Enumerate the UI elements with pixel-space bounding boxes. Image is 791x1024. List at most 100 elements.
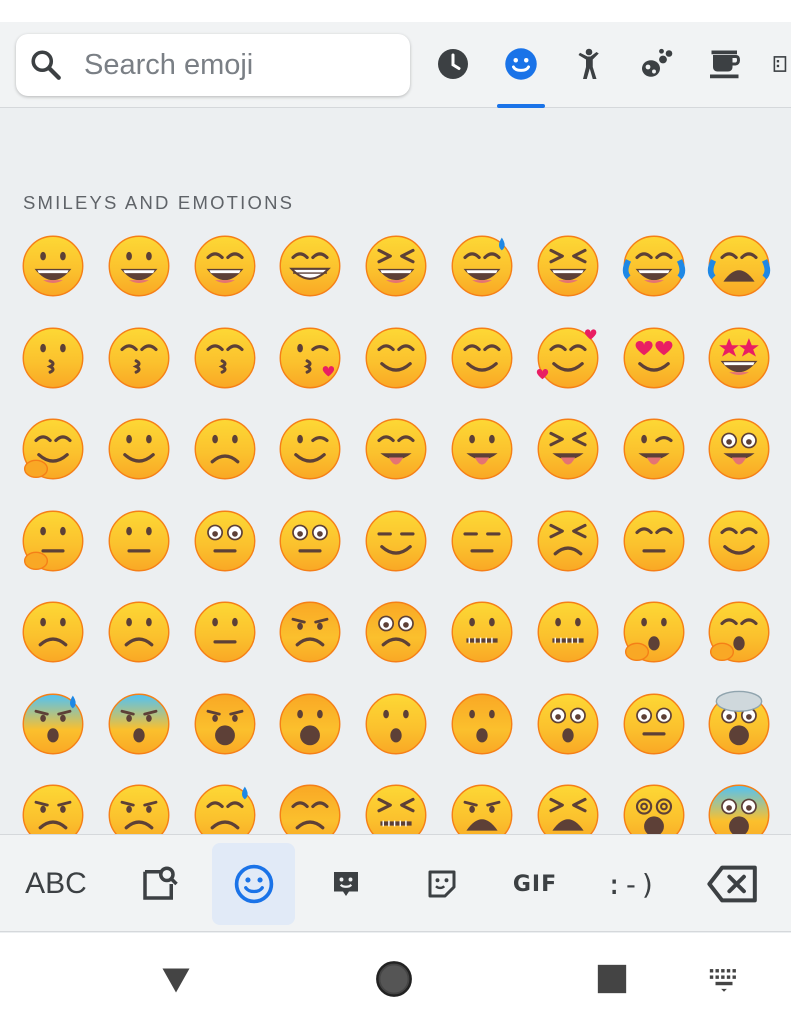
relieved-face-emoji[interactable]: relieved-face bbox=[705, 507, 773, 575]
weary-face-emoji[interactable]: weary-face bbox=[448, 781, 516, 834]
smiling-face-with-hearts-emoji[interactable]: smiling-face-with-hearts bbox=[534, 324, 602, 392]
confused-face-emoji[interactable]: confused-face bbox=[191, 598, 259, 666]
abc-button[interactable]: ABC bbox=[10, 843, 102, 925]
category-animals-tab[interactable] bbox=[635, 42, 679, 86]
smiley-outline-icon bbox=[234, 864, 273, 904]
frowning-face-emoji[interactable]: frowning-face bbox=[19, 598, 87, 666]
sad-relieved-face-emoji[interactable]: sad-relieved-face bbox=[105, 781, 173, 834]
face-with-tears-of-joy-emoji[interactable]: face-with-tears-of-joy bbox=[620, 232, 688, 300]
face-rolling-eyes-emoji[interactable]: face-rolling-eyes bbox=[276, 507, 344, 575]
coffee-icon bbox=[710, 50, 741, 79]
upside-down-face-emoji[interactable]: upside-down-face bbox=[191, 415, 259, 483]
smiley-icon bbox=[505, 48, 537, 80]
kissing-face-smiling-eyes-emoji[interactable]: kissing-face-smiling-eyes bbox=[105, 324, 173, 392]
hushed-face-emoji[interactable]: hushed-face bbox=[362, 690, 430, 758]
status-strip bbox=[0, 0, 791, 22]
category-food-tab[interactable] bbox=[703, 42, 747, 86]
tired-face-emoji[interactable]: tired-face bbox=[534, 781, 602, 834]
unamused-face-emoji[interactable]: unamused-face bbox=[448, 507, 516, 575]
slightly-smiling-face-emoji[interactable]: slightly-smiling-face bbox=[105, 415, 173, 483]
face-with-monocle-emoji[interactable]: face-with-monocle bbox=[191, 507, 259, 575]
star-struck-emoji[interactable]: star-struck bbox=[705, 324, 773, 392]
rolling-on-floor-laughing-emoji[interactable]: rolling-on-floor-laughing bbox=[534, 232, 602, 300]
nav-home-button[interactable] bbox=[372, 957, 416, 1001]
grinning-face-smiling-eyes-emoji[interactable]: grinning-face-smiling-eyes bbox=[191, 232, 259, 300]
search-placeholder: Search emoji bbox=[84, 48, 254, 81]
grinning-face-emoji[interactable]: grinning-face bbox=[19, 232, 87, 300]
backspace-button[interactable] bbox=[700, 843, 766, 925]
nav-recents-button[interactable] bbox=[590, 957, 634, 1001]
abc-label: ABC bbox=[25, 867, 87, 900]
smirking-face-emoji[interactable]: smirking-face bbox=[362, 507, 430, 575]
face-raised-eyebrow-emoji[interactable]: face-raised-eyebrow bbox=[105, 507, 173, 575]
persevering-face-emoji[interactable]: persevering-face bbox=[534, 507, 602, 575]
hugging-face-emoji[interactable]: hugging-face bbox=[19, 415, 87, 483]
fearful-face-emoji[interactable]: fearful-face bbox=[105, 690, 173, 758]
grinning-face-sweat-emoji[interactable]: grinning-face-sweat bbox=[448, 232, 516, 300]
disappointed-face-emoji[interactable]: disappointed-face bbox=[276, 781, 344, 834]
zipper-mouth-face-emoji[interactable]: zipper-mouth-face bbox=[534, 598, 602, 666]
beaming-face-emoji[interactable]: beaming-face bbox=[276, 232, 344, 300]
smiling-face-emoji[interactable]: smiling-face bbox=[362, 324, 430, 392]
dizzy-face-emoji[interactable]: dizzy-face bbox=[620, 781, 688, 834]
building-icon bbox=[773, 56, 787, 72]
sticker-search-button[interactable] bbox=[128, 843, 190, 925]
screaming-in-fear-emoji[interactable]: screaming-in-fear bbox=[705, 781, 773, 834]
sticker-button[interactable] bbox=[414, 843, 470, 925]
person-icon bbox=[578, 48, 599, 79]
kissing-face-emoji[interactable]: kissing-face bbox=[19, 324, 87, 392]
clock-icon bbox=[438, 49, 468, 79]
section-title: SMILEYS AND EMOTIONS bbox=[23, 192, 295, 213]
winking-face-emoji[interactable]: winking-face bbox=[276, 415, 344, 483]
face-blowing-kiss-emoji[interactable]: face-blowing-kiss bbox=[276, 324, 344, 392]
category-people-tab[interactable] bbox=[567, 42, 611, 86]
flushed-face-emoji[interactable]: flushed-face bbox=[620, 690, 688, 758]
grinning-face-big-eyes-emoji[interactable]: grinning-face-big-eyes bbox=[105, 232, 173, 300]
face-open-mouth-emoji[interactable]: face-open-mouth bbox=[448, 690, 516, 758]
gif-label: GIF bbox=[512, 871, 558, 897]
smiling-face-smiling-eyes-emoji[interactable]: smiling-face-smiling-eyes bbox=[448, 324, 516, 392]
grinning-squinting-face-emoji[interactable]: grinning-squinting-face bbox=[362, 232, 430, 300]
search-icon bbox=[31, 50, 61, 80]
active-category-indicator bbox=[497, 104, 545, 108]
sticker-icon bbox=[428, 870, 456, 898]
winking-face-tongue-emoji[interactable]: winking-face-tongue bbox=[620, 415, 688, 483]
face-hand-over-mouth-emoji[interactable]: face-hand-over-mouth bbox=[705, 598, 773, 666]
gif-button[interactable]: GIF bbox=[502, 843, 568, 925]
confounded-face-emoji[interactable]: confounded-face bbox=[362, 781, 430, 834]
frowning-open-mouth-emoji[interactable]: frowning-open-mouth bbox=[276, 690, 344, 758]
category-travel-tab[interactable] bbox=[762, 42, 791, 86]
search-emoji-field[interactable]: Search emoji bbox=[16, 34, 410, 96]
bitmoji-button[interactable] bbox=[318, 843, 374, 925]
worried-face-emoji[interactable]: worried-face bbox=[276, 598, 344, 666]
anxious-face-sweat-emoji[interactable]: anxious-face-sweat bbox=[19, 690, 87, 758]
slightly-frowning-face-emoji[interactable]: slightly-frowning-face bbox=[105, 598, 173, 666]
nav-back-button[interactable] bbox=[154, 957, 198, 1001]
kissing-face-closed-eyes-emoji[interactable]: kissing-face-closed-eyes bbox=[191, 324, 259, 392]
backspace-icon bbox=[707, 865, 757, 903]
face-with-tongue-emoji[interactable]: face-with-tongue bbox=[448, 415, 516, 483]
exploding-head-emoji[interactable]: exploding-head bbox=[705, 690, 773, 758]
zany-face-emoji[interactable]: zany-face bbox=[705, 415, 773, 483]
anguished-face-emoji[interactable]: anguished-face bbox=[191, 690, 259, 758]
thinking-face-emoji[interactable]: thinking-face bbox=[19, 507, 87, 575]
category-smileys-tab[interactable] bbox=[499, 42, 543, 86]
face-savoring-food-emoji[interactable]: face-savoring-food bbox=[362, 415, 430, 483]
grimacing-face-emoji[interactable]: grimacing-face bbox=[448, 598, 516, 666]
heart-eyes-emoji[interactable]: heart-eyes bbox=[620, 324, 688, 392]
downcast-sweat-emoji[interactable]: downcast-sweat bbox=[191, 781, 259, 834]
shushing-face-emoji[interactable]: shushing-face bbox=[620, 598, 688, 666]
loudly-crying-face-emoji[interactable]: loudly-crying-face bbox=[705, 232, 773, 300]
category-recent-tab[interactable] bbox=[431, 42, 475, 86]
emoji-header: Search emoji bbox=[0, 22, 791, 108]
emoji-tab-button[interactable] bbox=[212, 843, 295, 925]
emoji-grid: grinning-face grinning-face-big-eyes grinn… bbox=[0, 220, 791, 834]
emoticon-button[interactable]: :-) bbox=[598, 843, 664, 925]
nav-keyboard-button[interactable] bbox=[702, 957, 746, 1001]
pleading-face-emoji[interactable]: pleading-face bbox=[362, 598, 430, 666]
astonished-face-emoji[interactable]: astonished-face bbox=[534, 690, 602, 758]
system-nav-bar bbox=[0, 933, 791, 1024]
crying-face-emoji[interactable]: crying-face bbox=[19, 781, 87, 834]
squinting-face-tongue-emoji[interactable]: squinting-face-tongue bbox=[534, 415, 602, 483]
pensive-face-emoji[interactable]: pensive-face bbox=[620, 507, 688, 575]
